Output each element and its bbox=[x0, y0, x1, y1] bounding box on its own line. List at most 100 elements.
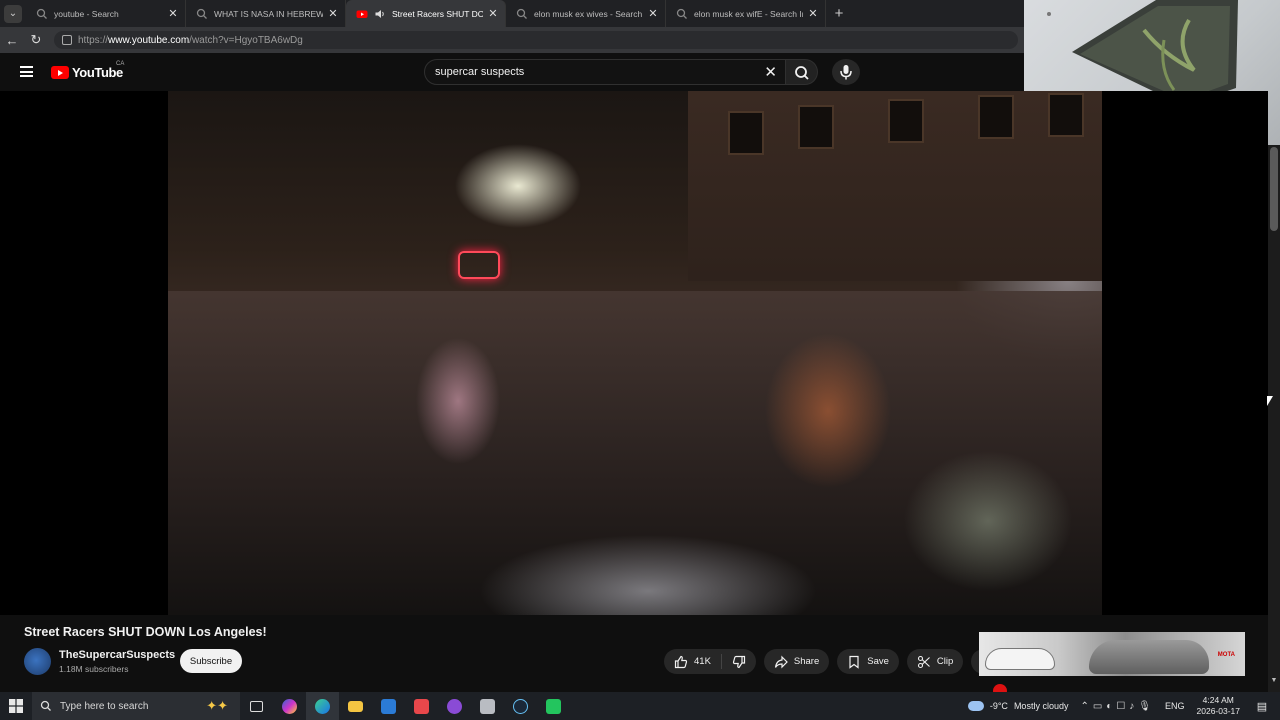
channel-name[interactable]: TheSupercarSuspects bbox=[59, 649, 175, 661]
notification-icon[interactable]: ▤ bbox=[1252, 700, 1272, 713]
like-count: 41K bbox=[694, 656, 711, 667]
mail-icon[interactable] bbox=[372, 692, 405, 720]
date: 2026-03-17 bbox=[1196, 706, 1240, 716]
tab-list-button[interactable]: ⌄ bbox=[0, 0, 26, 27]
close-icon[interactable]: ✕ bbox=[807, 7, 819, 20]
reload-icon[interactable]: ↻ bbox=[24, 32, 48, 48]
thumbs-down-icon bbox=[732, 655, 746, 668]
temperature: -9°C bbox=[989, 701, 1008, 711]
youtube-logo[interactable]: YouTube CA bbox=[51, 61, 124, 80]
speaker-icon[interactable] bbox=[374, 8, 386, 20]
tab-5[interactable]: elon musk ex wifE - Search Image ✕ bbox=[666, 0, 826, 27]
tab-title: WHAT IS NASA IN HEBREW - Sear bbox=[214, 8, 323, 19]
windows-logo-icon bbox=[9, 699, 23, 713]
tab-2[interactable]: WHAT IS NASA IN HEBREW - Sear ✕ bbox=[186, 0, 346, 27]
dislike-button[interactable] bbox=[722, 649, 756, 674]
sparkle-icon: ✦✦ bbox=[206, 698, 228, 713]
tab-title: youtube - Search bbox=[54, 8, 119, 19]
save-label: Save bbox=[867, 656, 889, 667]
clip-button[interactable]: Clip bbox=[906, 649, 964, 674]
scrollbar-thumb[interactable] bbox=[1270, 147, 1278, 231]
menu-icon[interactable] bbox=[20, 66, 33, 77]
cloud-icon bbox=[967, 701, 984, 711]
page-scrollbar[interactable] bbox=[1268, 145, 1280, 692]
thumbs-up-icon bbox=[674, 655, 688, 668]
close-icon[interactable]: ✕ bbox=[487, 7, 499, 20]
video-scene-crowd bbox=[168, 291, 1102, 615]
video-actions: 41K Share Save Clip ⋯ bbox=[664, 649, 997, 674]
channel-avatar[interactable] bbox=[24, 648, 51, 675]
search-icon bbox=[795, 66, 809, 80]
file-explorer-icon[interactable] bbox=[339, 692, 372, 720]
share-label: Share bbox=[793, 656, 820, 667]
tab-title: elon musk ex wives - Search bbox=[534, 8, 643, 19]
search-icon bbox=[516, 8, 527, 19]
share-icon bbox=[774, 655, 788, 668]
start-button[interactable] bbox=[0, 692, 32, 720]
close-icon[interactable]: ✕ bbox=[167, 7, 179, 20]
microphone-icon bbox=[840, 65, 852, 80]
tab-3-active[interactable]: Street Racers SHUT DOWN Lo ✕ bbox=[346, 0, 506, 27]
url-field[interactable]: https://www.youtube.com/watch?v=HgyoTBA6… bbox=[54, 31, 1018, 49]
thumbnail-car-grey bbox=[1089, 640, 1209, 674]
tab-4[interactable]: elon musk ex wives - Search ✕ bbox=[506, 0, 666, 27]
like-button[interactable]: 41K bbox=[664, 649, 721, 674]
url-host: www.youtube.com bbox=[108, 34, 190, 46]
clear-search-icon[interactable]: ✕ bbox=[764, 63, 777, 81]
close-icon[interactable]: ✕ bbox=[327, 7, 339, 20]
system-tray: -9°C Mostly cloudy ⌃▭◐☐♪🎙 ENG 4:24 AM 20… bbox=[967, 692, 1280, 720]
save-button[interactable]: Save bbox=[837, 649, 899, 674]
store-icon[interactable] bbox=[405, 692, 438, 720]
search-button[interactable] bbox=[786, 59, 818, 85]
task-view-icon[interactable] bbox=[240, 692, 273, 720]
video-scene-neon-sign bbox=[458, 251, 500, 279]
scroll-down-arrow-icon[interactable]: ▼ bbox=[1268, 677, 1280, 689]
clip-label: Clip bbox=[936, 656, 954, 667]
tab-1[interactable]: youtube - Search ✕ bbox=[26, 0, 186, 27]
video-player[interactable] bbox=[0, 91, 1268, 615]
edge-browser-icon[interactable] bbox=[306, 692, 339, 720]
game-app-icon[interactable] bbox=[537, 692, 570, 720]
search-icon bbox=[36, 8, 47, 19]
copilot-icon[interactable] bbox=[273, 692, 306, 720]
clock[interactable]: 4:24 AM 2026-03-17 bbox=[1197, 695, 1240, 717]
taskbar-search-placeholder: Type here to search bbox=[60, 700, 149, 712]
screen: ⌄ youtube - Search ✕ WHAT IS NASA IN HEB… bbox=[0, 0, 1280, 720]
language-indicator[interactable]: ENG bbox=[1165, 701, 1185, 711]
like-dislike-group: 41K bbox=[664, 649, 756, 674]
subscribe-button[interactable]: Subscribe bbox=[180, 649, 242, 673]
weather-condition: Mostly cloudy bbox=[1013, 701, 1069, 711]
lock-icon bbox=[62, 35, 72, 45]
recommended-video-thumbnail[interactable]: MOTA bbox=[979, 632, 1245, 676]
video-frame[interactable] bbox=[168, 91, 1102, 615]
scissors-icon bbox=[917, 655, 930, 668]
tray-icons[interactable]: ⌃▭◐☐♪🎙 bbox=[1080, 701, 1155, 712]
country-code: CA bbox=[116, 61, 125, 67]
youtube-favicon-icon bbox=[356, 10, 368, 18]
time: 4:24 AM bbox=[1202, 695, 1234, 705]
search-icon bbox=[196, 8, 207, 19]
recommended-item-partial[interactable] bbox=[993, 684, 1053, 698]
search-icon bbox=[40, 700, 51, 711]
search-input[interactable]: supercar suspects ✕ bbox=[424, 59, 786, 85]
url-prefix: https:// bbox=[78, 34, 109, 46]
new-tab-plus-icon[interactable]: + bbox=[826, 5, 852, 22]
tab-title: Street Racers SHUT DOWN Lo bbox=[392, 8, 483, 19]
back-arrow-icon[interactable]: ← bbox=[0, 33, 24, 48]
mouse-cursor-icon bbox=[1267, 396, 1273, 406]
youtube-play-icon bbox=[51, 66, 69, 79]
weather-widget[interactable]: -9°C Mostly cloudy bbox=[967, 701, 1069, 711]
youtube-header: YouTube CA supercar suspects ✕ bbox=[0, 53, 1024, 91]
thumbnail-tag: MOTA bbox=[1217, 652, 1235, 658]
steam-icon[interactable] bbox=[504, 692, 537, 720]
browser-tab-strip: ⌄ youtube - Search ✕ WHAT IS NASA IN HEB… bbox=[0, 0, 1024, 27]
voice-search-button[interactable] bbox=[832, 59, 860, 85]
tab-title: elon musk ex wifE - Search Image bbox=[694, 8, 803, 19]
bookmark-icon bbox=[849, 655, 859, 669]
media-app-icon[interactable] bbox=[438, 692, 471, 720]
share-button[interactable]: Share bbox=[763, 649, 830, 674]
taskbar-search[interactable]: Type here to search ✦✦ bbox=[32, 692, 240, 720]
subscriber-count: 1.18M subscribers bbox=[59, 664, 129, 674]
close-icon[interactable]: ✕ bbox=[647, 7, 659, 20]
app-icon[interactable] bbox=[471, 692, 504, 720]
